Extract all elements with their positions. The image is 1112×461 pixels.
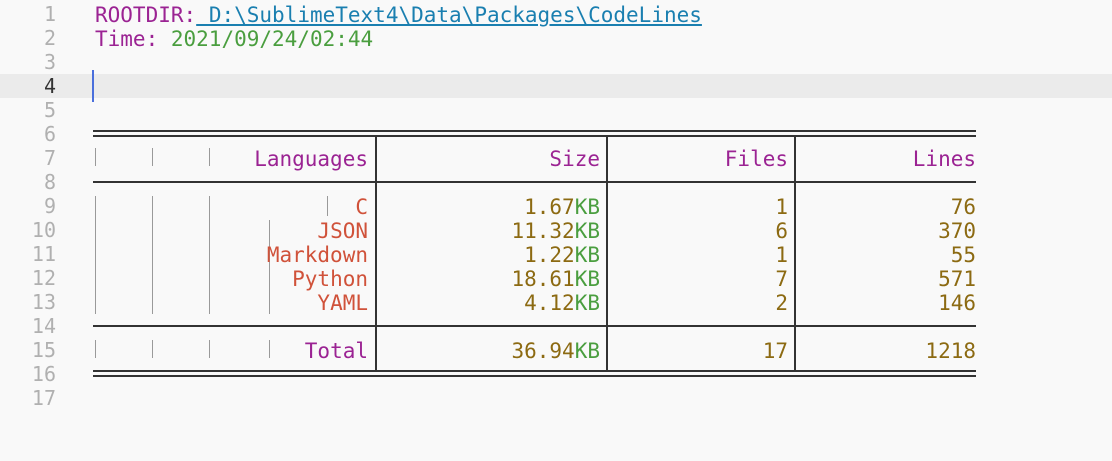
column-divider: [794, 137, 796, 372]
size-cell: 1.67KB: [524, 195, 600, 219]
line-number: 14: [31, 314, 56, 338]
table-total-separator: [93, 325, 976, 327]
files-cell: 2: [775, 291, 788, 315]
rootdir-path-link[interactable]: D:\SublimeText4\Data\Packages\CodeLines: [196, 3, 702, 27]
files-cell: 6: [775, 219, 788, 243]
total-size-cell: 36.94KB: [511, 339, 600, 363]
line-number: 2: [43, 26, 56, 50]
line-number: 7: [43, 146, 56, 170]
indent-guide: [152, 340, 153, 358]
text-cursor: [92, 70, 94, 102]
column-divider: [375, 137, 377, 372]
lines-cell: 55: [950, 243, 976, 267]
language-cell: Python: [292, 267, 368, 291]
line-number: 11: [31, 242, 56, 266]
line-number: 10: [31, 218, 56, 242]
table-top-border: [93, 130, 976, 137]
files-cell: 1: [775, 195, 788, 219]
language-cell: C: [355, 195, 368, 219]
size-cell: 11.32KB: [511, 219, 600, 243]
indent-guide: [152, 196, 153, 314]
files-cell: 7: [775, 267, 788, 291]
indent-guide: [95, 196, 96, 314]
line-number: 12: [31, 266, 56, 290]
time-line[interactable]: Time: 2021/09/24/02:44: [95, 27, 373, 51]
line-number: 6: [43, 122, 56, 146]
line-number: 8: [43, 170, 56, 194]
rootdir-line[interactable]: ROOTDIR: D:\SublimeText4\Data\Packages\C…: [95, 3, 702, 27]
time-key: Time: [95, 27, 146, 51]
size-cell: 1.22KB: [524, 243, 600, 267]
size-cell: 18.61KB: [511, 267, 600, 291]
time-colon: :: [145, 27, 159, 51]
column-divider: [606, 137, 608, 372]
line-number: 5: [43, 98, 56, 122]
header-files: Files: [724, 147, 788, 171]
time-value: 2021/09/24/02:44: [158, 27, 374, 51]
line-number: 9: [43, 194, 56, 218]
line-number-active: 4: [43, 74, 56, 98]
line-number: 3: [43, 50, 56, 74]
rootdir-key: ROOTDIR: [95, 3, 184, 27]
files-cell: 1: [775, 243, 788, 267]
header-size: Size: [549, 147, 600, 171]
total-lines-cell: 1218: [925, 339, 976, 363]
header-languages: Languages: [254, 147, 368, 171]
language-cell: Markdown: [266, 243, 368, 267]
lines-cell: 571: [938, 267, 976, 291]
indent-guide: [95, 148, 96, 166]
table-header-separator: [93, 181, 976, 183]
lines-cell: 146: [938, 291, 976, 315]
line-number: 1: [43, 2, 56, 26]
lines-cell: 76: [950, 195, 976, 219]
current-line-highlight: [0, 74, 1112, 98]
size-cell: 4.12KB: [524, 291, 600, 315]
table-bottom-border: [93, 370, 976, 377]
header-lines: Lines: [912, 147, 976, 171]
line-number: 15: [31, 338, 56, 362]
indent-guide: [95, 340, 96, 358]
line-number: 17: [31, 386, 56, 410]
line-number: 16: [31, 362, 56, 386]
lines-cell: 370: [938, 219, 976, 243]
indent-guide: [152, 148, 153, 166]
total-label: Total: [304, 339, 368, 363]
language-cell: YAML: [317, 291, 368, 315]
total-files-cell: 17: [762, 339, 788, 363]
line-number: 13: [31, 290, 56, 314]
rootdir-colon: :: [183, 3, 197, 27]
language-cell: JSON: [317, 219, 368, 243]
